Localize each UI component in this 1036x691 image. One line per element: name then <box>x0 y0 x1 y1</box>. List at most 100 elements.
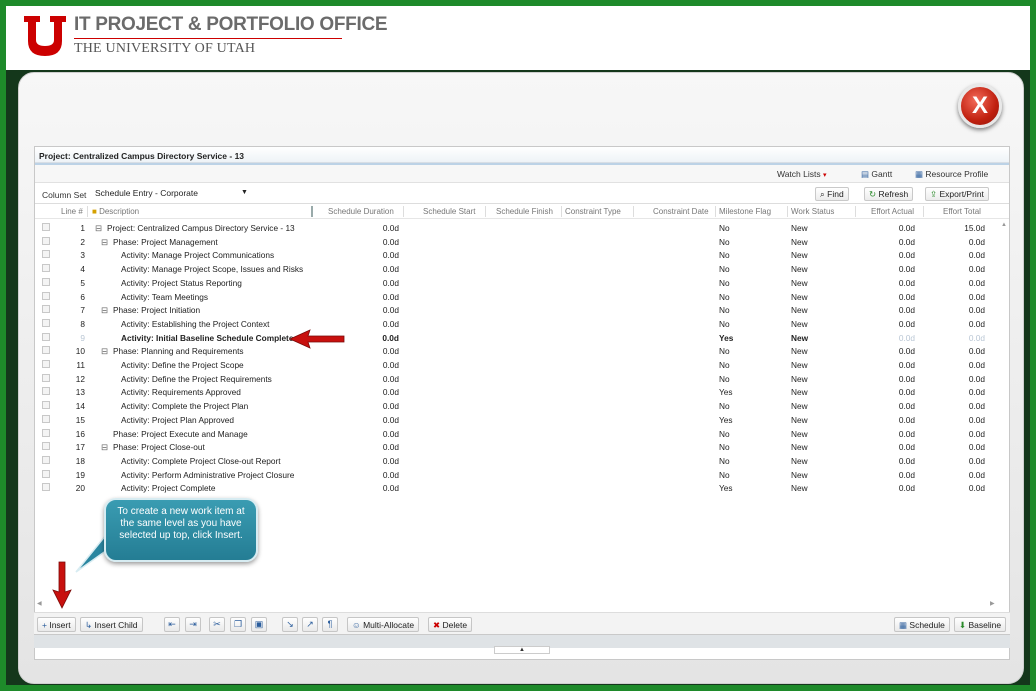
unlink-button[interactable]: ↗ <box>302 617 318 632</box>
row-description[interactable]: Activity: Requirements Approved <box>121 387 241 397</box>
insert-button[interactable]: + Insert <box>37 617 76 632</box>
find-button[interactable]: ⌕ Find <box>815 187 849 201</box>
row-work-status[interactable]: New <box>791 415 808 425</box>
row-milestone-flag[interactable]: No <box>719 237 730 247</box>
watch-lists-menu[interactable]: Watch Lists ▾ <box>777 169 827 179</box>
schedule-button[interactable]: ▦ Schedule <box>894 617 950 632</box>
row-schedule-duration[interactable]: 0.0d <box>355 401 399 411</box>
row-schedule-duration[interactable]: 0.0d <box>355 278 399 288</box>
row-effort-actual[interactable]: 0.0d <box>871 250 915 260</box>
outdent-button[interactable]: ⇤ <box>164 617 180 632</box>
row-milestone-flag[interactable]: No <box>719 442 730 452</box>
row-description[interactable]: Activity: Team Meetings <box>121 292 208 302</box>
row-milestone-flag[interactable]: No <box>719 223 730 233</box>
row-description[interactable]: Activity: Manage Project Scope, Issues a… <box>121 264 303 274</box>
row-effort-actual[interactable]: 0.0d <box>871 223 915 233</box>
row-effort-actual[interactable]: 0.0d <box>871 415 915 425</box>
row-effort-actual[interactable]: 0.0d <box>871 401 915 411</box>
row-description[interactable]: Phase: Planning and Requirements <box>113 346 244 356</box>
row-effort-actual[interactable]: 0.0d <box>871 374 915 384</box>
row-checkbox[interactable] <box>42 318 50 327</box>
row-checkbox[interactable] <box>42 277 50 286</box>
row-checkbox[interactable] <box>42 291 50 300</box>
table-row[interactable]: 3 Activity: Manage Project Communications… <box>35 248 1009 262</box>
row-effort-total[interactable]: 0.0d <box>939 374 985 384</box>
row-effort-actual[interactable]: 0.0d <box>871 483 915 493</box>
col-constraint-type[interactable]: Constraint Type <box>565 207 621 216</box>
col-schedule-start[interactable]: Schedule Start <box>423 207 475 216</box>
row-milestone-flag[interactable]: No <box>719 374 730 384</box>
row-effort-total[interactable]: 0.0d <box>939 360 985 370</box>
row-description[interactable]: Activity: Complete Project Close-out Rep… <box>121 456 281 466</box>
table-row[interactable]: 13 Activity: Requirements Approved 0.0d Yes… <box>35 385 1009 399</box>
row-description[interactable]: Phase: Project Management <box>113 237 218 247</box>
cut-button[interactable]: ✂ <box>209 617 225 632</box>
row-schedule-duration[interactable]: 0.0d <box>355 223 399 233</box>
row-effort-actual[interactable]: 0.0d <box>871 305 915 315</box>
row-milestone-flag[interactable]: No <box>719 305 730 315</box>
row-milestone-flag[interactable]: Yes <box>719 483 733 493</box>
row-schedule-duration[interactable]: 0.0d <box>355 237 399 247</box>
row-checkbox[interactable] <box>42 442 50 451</box>
scroll-left-icon[interactable]: ◀ <box>37 600 42 607</box>
col-schedule-duration[interactable]: Schedule Duration <box>328 207 394 216</box>
table-row[interactable]: 6 Activity: Team Meetings 0.0d No New 0.0d 0.0… <box>35 290 1009 304</box>
copy-button[interactable]: ❐ <box>230 617 246 632</box>
row-effort-total[interactable]: 0.0d <box>939 264 985 274</box>
table-row[interactable]: 9 Activity: Initial Baseline Schedule Com… <box>35 331 1009 345</box>
row-work-status[interactable]: New <box>791 374 808 384</box>
row-checkbox[interactable] <box>42 483 50 492</box>
paste-button[interactable]: ▣ <box>251 617 267 632</box>
dropdown-caret-icon[interactable]: ▼ <box>241 189 248 196</box>
row-milestone-flag[interactable]: No <box>719 292 730 302</box>
link-button[interactable]: ↘ <box>282 617 298 632</box>
row-effort-total[interactable]: 0.0d <box>939 333 985 343</box>
row-schedule-duration[interactable]: 0.0d <box>355 374 399 384</box>
row-effort-actual[interactable]: 0.0d <box>871 333 915 343</box>
column-set-select[interactable]: Schedule Entry - Corporate <box>95 188 251 201</box>
row-work-status[interactable]: New <box>791 333 808 343</box>
row-milestone-flag[interactable]: Yes <box>719 415 733 425</box>
row-checkbox[interactable] <box>42 401 50 410</box>
col-constraint-date[interactable]: Constraint Date <box>653 207 709 216</box>
row-description[interactable]: Activity: Project Plan Approved <box>121 415 234 425</box>
table-row[interactable]: 7 ⊟ Phase: Project Initiation 0.0d No New 0.0d… <box>35 303 1009 317</box>
row-milestone-flag[interactable]: Yes <box>719 333 733 343</box>
row-effort-total[interactable]: 0.0d <box>939 415 985 425</box>
row-description[interactable]: Activity: Complete the Project Plan <box>121 401 248 411</box>
row-work-status[interactable]: New <box>791 483 808 493</box>
row-checkbox[interactable] <box>42 305 50 314</box>
row-effort-actual[interactable]: 0.0d <box>871 429 915 439</box>
row-checkbox[interactable] <box>42 264 50 273</box>
table-row[interactable]: 16 Phase: Project Execute and Manage 0.0d N… <box>35 427 1009 441</box>
row-work-status[interactable]: New <box>791 442 808 452</box>
row-checkbox[interactable] <box>42 332 50 341</box>
row-schedule-duration[interactable]: 0.0d <box>355 319 399 329</box>
row-schedule-duration[interactable]: 0.0d <box>355 264 399 274</box>
row-work-status[interactable]: New <box>791 250 808 260</box>
row-effort-actual[interactable]: 0.0d <box>871 278 915 288</box>
row-checkbox[interactable] <box>42 250 50 259</box>
resource-profile-menu[interactable]: ▦ Resource Profile <box>915 169 988 180</box>
table-row[interactable]: 4 Activity: Manage Project Scope, Issues … <box>35 262 1009 276</box>
row-checkbox[interactable] <box>42 236 50 245</box>
collapse-toggle-icon[interactable]: ⊟ <box>101 237 108 247</box>
indent-button[interactable]: ⇥ <box>185 617 201 632</box>
row-description[interactable]: Activity: Define the Project Scope <box>121 360 244 370</box>
row-schedule-duration[interactable]: 0.0d <box>355 456 399 466</box>
table-row[interactable]: 12 Activity: Define the Project Requireme… <box>35 372 1009 386</box>
row-milestone-flag[interactable]: No <box>719 250 730 260</box>
row-work-status[interactable]: New <box>791 237 808 247</box>
row-checkbox[interactable] <box>42 346 50 355</box>
row-description[interactable]: Activity: Establishing the Project Conte… <box>121 319 270 329</box>
row-description[interactable]: Activity: Define the Project Requirement… <box>121 374 272 384</box>
row-schedule-duration[interactable]: 0.0d <box>355 470 399 480</box>
row-work-status[interactable]: New <box>791 319 808 329</box>
row-schedule-duration[interactable]: 0.0d <box>355 346 399 356</box>
row-work-status[interactable]: New <box>791 401 808 411</box>
refresh-button[interactable]: ↻ Refresh <box>864 187 914 201</box>
table-row[interactable]: 20 Activity: Project Complete 0.0d Yes New 0.… <box>35 481 1009 495</box>
row-milestone-flag[interactable]: No <box>719 346 730 356</box>
row-effort-actual[interactable]: 0.0d <box>871 319 915 329</box>
task-info-button[interactable]: ¶ <box>322 617 338 632</box>
